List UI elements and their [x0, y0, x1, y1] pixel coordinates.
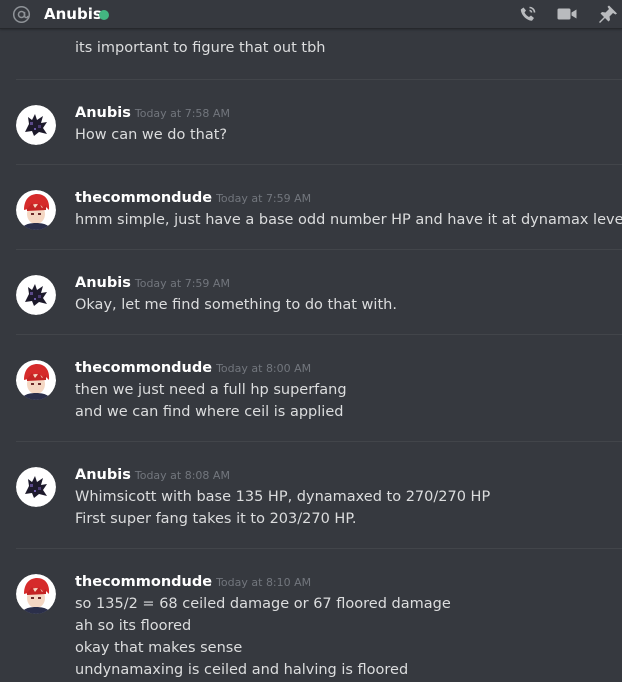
message-author[interactable]: thecommondude [75, 360, 212, 376]
thecommondude-avatar[interactable] [16, 190, 56, 230]
dm-header: Anubis [0, 0, 622, 29]
dm-recipient-name: Anubis [44, 5, 102, 23]
continuation-message-text: its important to figure that out tbh [75, 40, 326, 56]
message-timestamp: Today at 8:08 AM [134, 469, 230, 482]
message-text: so 135/2 = 68 ceiled damage or 67 floore… [75, 596, 451, 612]
message-text: okay that makes sense [75, 640, 243, 656]
message-timestamp: Today at 7:59 AM [216, 192, 312, 205]
message-text: How can we do that? [75, 127, 228, 143]
message-text: ah so its floored [75, 618, 192, 634]
message-text: and we can find where ceil is applied [75, 404, 344, 420]
message-author[interactable]: Anubis [75, 105, 131, 121]
message-divider [16, 249, 622, 250]
message-text: Whimsicott with base 135 HP, dynamaxed t… [75, 489, 491, 505]
message-timestamp: Today at 7:58 AM [134, 107, 230, 120]
message-divider [16, 548, 622, 549]
anubis-avatar[interactable] [16, 467, 56, 507]
message-text: Okay, let me find something to do that w… [75, 297, 397, 313]
message-list[interactable]: its important to figure that out tbh Anu… [0, 30, 622, 682]
message-divider [16, 164, 622, 165]
pin-icon[interactable] [597, 4, 619, 24]
anubis-avatar[interactable] [16, 105, 56, 145]
message-text: undynamaxing is ceiled and halving is fl… [75, 662, 409, 678]
message-author[interactable]: Anubis [75, 275, 131, 291]
at-icon [12, 5, 31, 24]
message-timestamp: Today at 8:10 AM [216, 576, 312, 589]
thecommondude-avatar[interactable] [16, 360, 56, 400]
message-timestamp: Today at 8:00 AM [216, 362, 312, 375]
message-divider [16, 79, 622, 80]
message-text: hmm simple, just have a base odd number … [75, 212, 622, 228]
message-timestamp: Today at 7:59 AM [134, 277, 230, 290]
video-icon[interactable] [556, 4, 578, 24]
message-author[interactable]: Anubis [75, 467, 131, 483]
anubis-avatar[interactable] [16, 275, 56, 315]
call-icon[interactable] [517, 4, 539, 24]
message-divider [16, 334, 622, 335]
message-author[interactable]: thecommondude [75, 574, 212, 590]
message-text: then we just need a full hp superfang [75, 382, 347, 398]
online-status-icon [99, 10, 109, 20]
message-author[interactable]: thecommondude [75, 190, 212, 206]
message-divider [16, 441, 622, 442]
message-text: First super fang takes it to 203/270 HP. [75, 511, 357, 527]
thecommondude-avatar[interactable] [16, 574, 56, 614]
